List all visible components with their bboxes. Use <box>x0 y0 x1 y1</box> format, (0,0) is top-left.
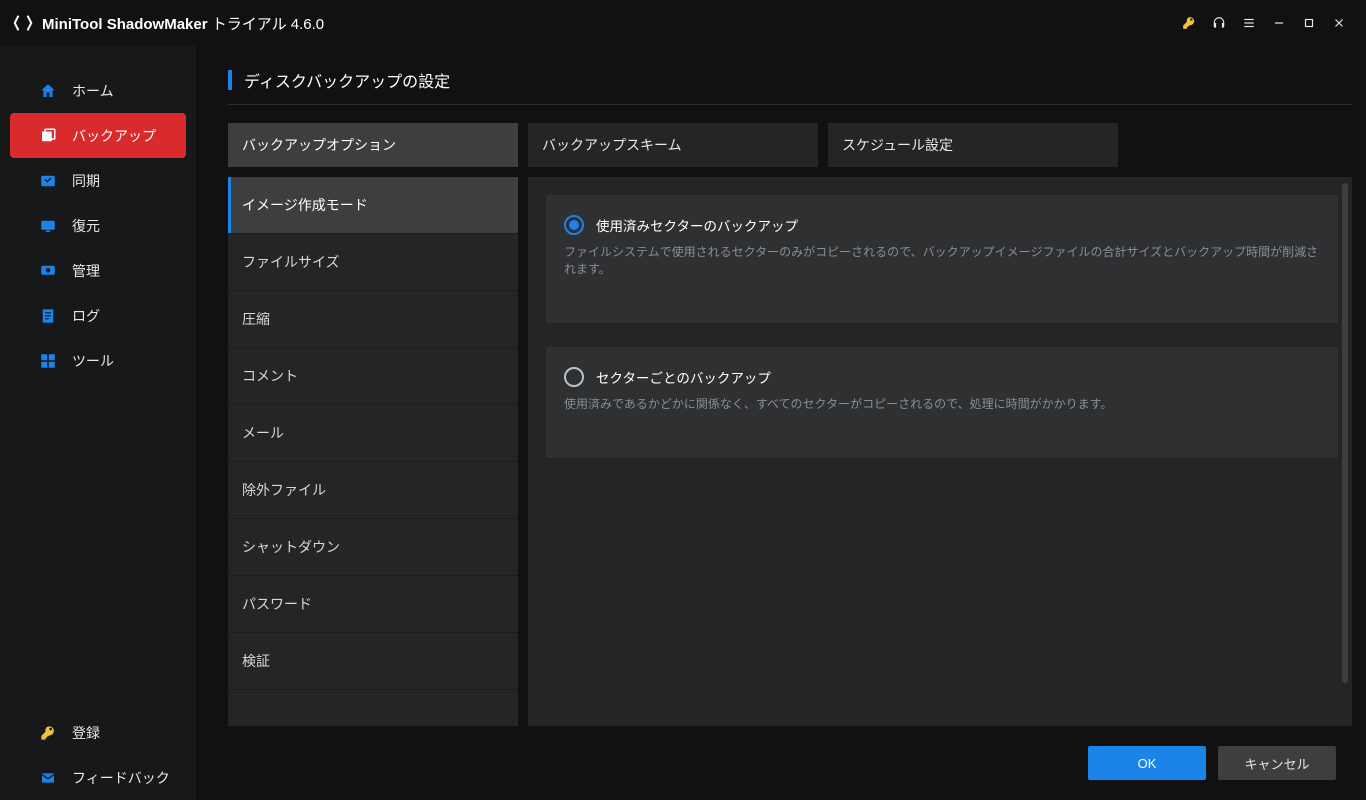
sidebar-item-label: バックアップ <box>72 126 156 146</box>
close-button[interactable] <box>1324 8 1354 38</box>
app-title: MiniTool ShadowMaker トライアル 4.6.0 <box>42 13 324 34</box>
log-icon <box>38 306 58 326</box>
sidebar-item-register[interactable]: 登録 <box>0 710 196 755</box>
sidebar-item-restore[interactable]: 復元 <box>0 203 196 248</box>
headset-icon[interactable] <box>1204 8 1234 38</box>
opt-compression[interactable]: 圧縮 <box>228 291 518 348</box>
sync-icon <box>38 171 58 191</box>
sidebar-item-label: 登録 <box>72 723 100 743</box>
dialog-footer: OK キャンセル <box>228 726 1352 800</box>
tab-backup-options[interactable]: バックアップオプション <box>228 123 518 167</box>
home-icon <box>38 81 58 101</box>
manage-icon <box>38 261 58 281</box>
sidebar-item-home[interactable]: ホーム <box>0 68 196 113</box>
license-key-icon[interactable] <box>1174 8 1204 38</box>
app-title-light: トライアル 4.6.0 <box>208 16 325 33</box>
opt-exclude[interactable]: 除外ファイル <box>228 462 518 519</box>
opt-email[interactable]: メール <box>228 405 518 462</box>
opt-verify[interactable]: 検証 <box>228 633 518 690</box>
sidebar-item-manage[interactable]: 管理 <box>0 248 196 293</box>
tab-strip: バックアップオプション バックアップスキーム スケジュール設定 <box>228 123 1352 167</box>
sidebar-item-log[interactable]: ログ <box>0 293 196 338</box>
sidebar-item-label: 復元 <box>72 216 100 236</box>
maximize-button[interactable] <box>1294 8 1324 38</box>
radio-label: セクターごとのバックアップ <box>596 367 771 387</box>
menu-icon[interactable] <box>1234 8 1264 38</box>
opt-comment[interactable]: コメント <box>228 348 518 405</box>
backup-icon <box>38 126 58 146</box>
tools-icon <box>38 351 58 371</box>
sidebar-item-feedback[interactable]: フィードバック <box>0 755 196 800</box>
radio-description: 使用済みであるかどかに関係なく、すべてのセクターがコピーされるので、処理に時間が… <box>564 395 1320 412</box>
minimize-button[interactable] <box>1264 8 1294 38</box>
restore-icon <box>38 216 58 236</box>
option-category-list: イメージ作成モード ファイルサイズ 圧縮 コメント メール 除外ファイル シャッ… <box>228 177 518 726</box>
sidebar-item-label: ホーム <box>72 81 114 101</box>
sidebar-item-label: 同期 <box>72 171 100 191</box>
sidebar-item-sync[interactable]: 同期 <box>0 158 196 203</box>
page-title: ディスクバックアップの設定 <box>244 68 450 92</box>
radio-option-used-sector[interactable]: 使用済みセクターのバックアップ ファイルシステムで使用されるセクターのみがコピー… <box>546 195 1338 323</box>
sidebar-bottom: 登録 フィードバック <box>0 710 196 800</box>
tab-schedule[interactable]: スケジュール設定 <box>828 123 1118 167</box>
radio-icon[interactable] <box>564 215 584 235</box>
sidebar-item-backup[interactable]: バックアップ <box>10 113 186 158</box>
option-detail-pane: 使用済みセクターのバックアップ ファイルシステムで使用されるセクターのみがコピー… <box>528 177 1352 726</box>
radio-option-sector-by-sector[interactable]: セクターごとのバックアップ 使用済みであるかどかに関係なく、すべてのセクターがコ… <box>546 347 1338 458</box>
app-logo-icon <box>12 12 34 34</box>
sidebar: ホーム バックアップ 同期 復元 管理 ログ ツール <box>0 46 196 800</box>
sidebar-item-tools[interactable]: ツール <box>0 338 196 383</box>
cancel-button[interactable]: キャンセル <box>1218 746 1336 780</box>
titlebar: MiniTool ShadowMaker トライアル 4.6.0 <box>0 0 1366 46</box>
radio-icon[interactable] <box>564 367 584 387</box>
opt-password[interactable]: パスワード <box>228 576 518 633</box>
opt-shutdown[interactable]: シャットダウン <box>228 519 518 576</box>
sidebar-item-label: フィードバック <box>72 768 170 788</box>
opt-file-size[interactable]: ファイルサイズ <box>228 234 518 291</box>
key-icon <box>38 723 58 743</box>
sidebar-item-label: ログ <box>72 306 100 326</box>
sidebar-item-label: ツール <box>72 351 114 371</box>
opt-image-mode[interactable]: イメージ作成モード <box>228 177 518 234</box>
sidebar-item-label: 管理 <box>72 261 100 281</box>
scrollbar-thumb[interactable] <box>1342 183 1348 683</box>
page-header: ディスクバックアップの設定 <box>228 68 1352 105</box>
mail-icon <box>38 768 58 788</box>
ok-button[interactable]: OK <box>1088 746 1206 780</box>
content-area: ディスクバックアップの設定 バックアップオプション バックアップスキーム スケジ… <box>196 46 1366 800</box>
radio-label: 使用済みセクターのバックアップ <box>596 215 798 235</box>
app-title-bold: MiniTool ShadowMaker <box>42 16 208 33</box>
radio-description: ファイルシステムで使用されるセクターのみがコピーされるので、バックアップイメージ… <box>564 243 1320 277</box>
header-accent-bar <box>228 70 232 90</box>
tab-backup-scheme[interactable]: バックアップスキーム <box>528 123 818 167</box>
